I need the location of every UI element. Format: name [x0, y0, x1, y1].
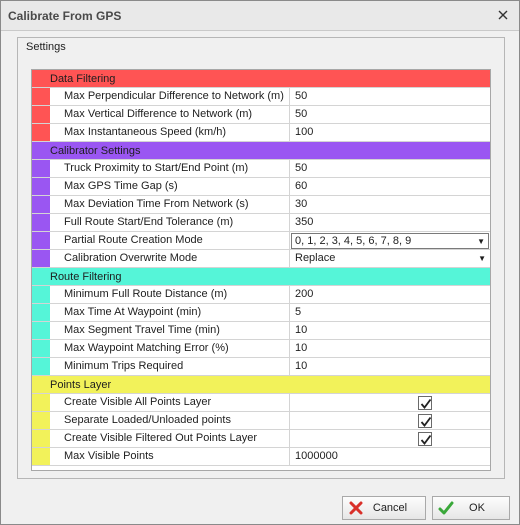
property-name: Max Visible Points: [50, 448, 290, 465]
property-name: Full Route Start/End Tolerance (m): [50, 214, 290, 231]
property-name: Max Vertical Difference to Network (m): [50, 106, 290, 123]
property-name: Create Visible Filtered Out Points Layer: [50, 430, 290, 447]
partial-route-mode-cell[interactable]: 0, 1, 2, 3, 4, 5, 6, 7, 8, 9 ▼: [290, 232, 490, 249]
chevron-down-icon[interactable]: ▼: [478, 250, 486, 267]
cancel-label: Cancel: [372, 502, 408, 514]
property-value[interactable]: 200: [290, 286, 490, 303]
overwrite-mode-cell[interactable]: Replace ▼: [290, 250, 490, 267]
property-value[interactable]: 350: [290, 214, 490, 231]
property-name: Partial Route Creation Mode: [50, 232, 290, 249]
property-name: Minimum Full Route Distance (m): [50, 286, 290, 303]
property-value[interactable]: [290, 394, 490, 411]
section-calibrator-settings: Calibrator Settings Truck Proximity to S…: [32, 142, 490, 268]
property-row[interactable]: Max Visible Points 1000000: [32, 448, 490, 466]
property-row[interactable]: Max Vertical Difference to Network (m) 5…: [32, 106, 490, 124]
close-button[interactable]: [491, 4, 515, 26]
chevron-down-icon[interactable]: ▼: [477, 234, 485, 249]
check-mark-icon: [420, 398, 432, 409]
calibrate-dialog: Calibrate From GPS Settings Data Filteri…: [0, 0, 520, 525]
partial-route-mode-combo[interactable]: 0, 1, 2, 3, 4, 5, 6, 7, 8, 9 ▼: [291, 233, 489, 249]
property-row[interactable]: Max GPS Time Gap (s) 60: [32, 178, 490, 196]
window-title: Calibrate From GPS: [8, 9, 122, 23]
property-name: Minimum Trips Required: [50, 358, 290, 375]
ok-button[interactable]: OK: [432, 496, 510, 520]
property-name: Max Perpendicular Difference to Network …: [50, 88, 290, 105]
property-value[interactable]: 100: [290, 124, 490, 141]
check-mark-icon: [420, 416, 432, 427]
overwrite-mode-value: Replace: [295, 252, 336, 264]
ok-label: OK: [469, 502, 485, 514]
settings-group: Settings Data Filtering Max Perpendicula…: [17, 37, 505, 479]
property-row[interactable]: Full Route Start/End Tolerance (m) 350: [32, 214, 490, 232]
property-name: Create Visible All Points Layer: [50, 394, 290, 411]
cancel-button[interactable]: Cancel: [342, 496, 426, 520]
section-header-data-filtering[interactable]: Data Filtering: [32, 70, 490, 88]
property-value[interactable]: [290, 412, 490, 429]
property-name: Calibration Overwrite Mode: [50, 250, 290, 267]
property-row[interactable]: Minimum Full Route Distance (m) 200: [32, 286, 490, 304]
property-name: Max GPS Time Gap (s): [50, 178, 290, 195]
property-value[interactable]: 50: [290, 88, 490, 105]
property-row[interactable]: Separate Loaded/Unloaded points: [32, 412, 490, 430]
section-header-points-layer[interactable]: Points Layer: [32, 376, 490, 394]
property-value[interactable]: 10: [290, 358, 490, 375]
property-value[interactable]: 1000000: [290, 448, 490, 465]
property-value[interactable]: 30: [290, 196, 490, 213]
section-header-calibrator-settings[interactable]: Calibrator Settings: [32, 142, 490, 160]
check-mark-icon: [420, 434, 432, 445]
property-value[interactable]: 50: [290, 160, 490, 177]
property-row[interactable]: Calibration Overwrite Mode Replace ▼: [32, 250, 490, 268]
section-header-route-filtering[interactable]: Route Filtering: [32, 268, 490, 286]
property-row[interactable]: Max Deviation Time From Network (s) 30: [32, 196, 490, 214]
property-value[interactable]: [290, 430, 490, 447]
property-grid: Data Filtering Max Perpendicular Differe…: [31, 69, 491, 471]
property-row[interactable]: Max Time At Waypoint (min) 5: [32, 304, 490, 322]
section-route-filtering: Route Filtering Minimum Full Route Dista…: [32, 268, 490, 376]
property-name: Truck Proximity to Start/End Point (m): [50, 160, 290, 177]
separate-loaded-checkbox[interactable]: [418, 414, 432, 428]
property-row[interactable]: Minimum Trips Required 10: [32, 358, 490, 376]
property-name: Separate Loaded/Unloaded points: [50, 412, 290, 429]
settings-group-title: Settings: [26, 41, 66, 53]
property-row[interactable]: Max Segment Travel Time (min) 10: [32, 322, 490, 340]
property-name: Max Deviation Time From Network (s): [50, 196, 290, 213]
property-row[interactable]: Truck Proximity to Start/End Point (m) 5…: [32, 160, 490, 178]
property-value[interactable]: 10: [290, 322, 490, 339]
section-data-filtering: Data Filtering Max Perpendicular Differe…: [32, 70, 490, 142]
section-points-layer: Points Layer Create Visible All Points L…: [32, 376, 490, 466]
section-body: Max Perpendicular Difference to Network …: [32, 88, 490, 142]
combo-value: 0, 1, 2, 3, 4, 5, 6, 7, 8, 9: [295, 235, 412, 247]
title-bar[interactable]: Calibrate From GPS: [1, 1, 519, 31]
property-value[interactable]: 5: [290, 304, 490, 321]
property-row[interactable]: Partial Route Creation Mode 0, 1, 2, 3, …: [32, 232, 490, 250]
property-row[interactable]: Max Perpendicular Difference to Network …: [32, 88, 490, 106]
create-all-points-checkbox[interactable]: [418, 396, 432, 410]
property-row[interactable]: Max Instantaneous Speed (km/h) 100: [32, 124, 490, 142]
property-name: Max Time At Waypoint (min): [50, 304, 290, 321]
property-value[interactable]: 50: [290, 106, 490, 123]
property-name: Max Waypoint Matching Error (%): [50, 340, 290, 357]
create-filtered-out-checkbox[interactable]: [418, 432, 432, 446]
property-row[interactable]: Create Visible Filtered Out Points Layer: [32, 430, 490, 448]
section-body: Truck Proximity to Start/End Point (m) 5…: [32, 160, 490, 268]
close-icon: [498, 10, 508, 20]
property-row[interactable]: Max Waypoint Matching Error (%) 10: [32, 340, 490, 358]
section-body: Minimum Full Route Distance (m) 200 Max …: [32, 286, 490, 376]
property-value[interactable]: 10: [290, 340, 490, 357]
property-value[interactable]: 60: [290, 178, 490, 195]
section-body: Create Visible All Points Layer Separate…: [32, 394, 490, 466]
property-row[interactable]: Create Visible All Points Layer: [32, 394, 490, 412]
property-name: Max Instantaneous Speed (km/h): [50, 124, 290, 141]
property-name: Max Segment Travel Time (min): [50, 322, 290, 339]
